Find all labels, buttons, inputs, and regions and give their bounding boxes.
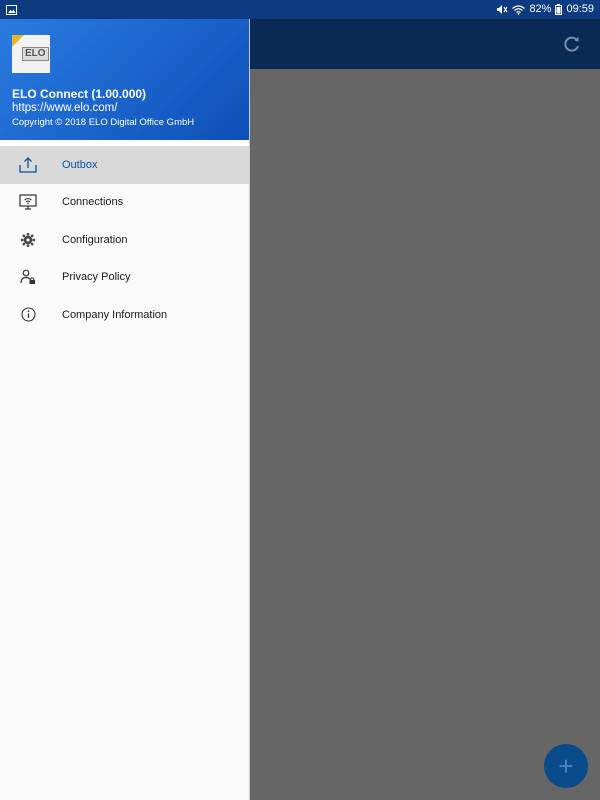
gallery-notification-icon	[6, 4, 17, 15]
refresh-button[interactable]	[562, 34, 582, 54]
outbox-icon	[19, 156, 37, 174]
mute-icon	[497, 5, 508, 14]
drawer-item-label: Connections	[62, 196, 124, 209]
app-url[interactable]: https://www.elo.com/	[12, 102, 117, 114]
navigation-drawer: ELO ELO Connect (1.00.000) https://www.e…	[0, 19, 250, 800]
drawer-item-label: Company Information	[62, 308, 168, 321]
app-logo: ELO	[12, 35, 50, 73]
drawer-item-label: Outbox	[62, 158, 98, 171]
refresh-icon	[564, 36, 579, 52]
connections-icon	[19, 193, 37, 211]
drawer-item-label: Configuration	[62, 233, 128, 246]
drawer-item-label: Privacy Policy	[62, 271, 131, 284]
content-scrim[interactable]	[250, 69, 600, 800]
status-bar: 82% 09:59	[0, 0, 600, 19]
privacy-icon	[19, 268, 37, 286]
info-icon	[19, 306, 37, 324]
battery-percent: 82%	[529, 3, 552, 15]
add-button[interactable]: +	[544, 744, 588, 788]
drawer-item-connections[interactable]: Connections	[0, 184, 249, 222]
clock: 09:59	[566, 3, 594, 15]
drawer-item-company-information[interactable]: Company Information	[0, 296, 249, 334]
app-bar	[250, 19, 600, 69]
gear-icon	[19, 231, 37, 249]
drawer-header: ELO ELO Connect (1.00.000) https://www.e…	[0, 19, 249, 140]
app-copyright: Copyright © 2018 ELO Digital Office GmbH	[12, 117, 195, 128]
drawer-item-outbox[interactable]: Outbox	[0, 146, 249, 184]
drawer-item-privacy-policy[interactable]: Privacy Policy	[0, 259, 249, 297]
wifi-icon	[512, 4, 526, 15]
app-name: ELO Connect (1.00.000)	[12, 87, 147, 101]
plus-icon: +	[558, 750, 574, 781]
battery-icon	[555, 4, 563, 15]
drawer-item-configuration[interactable]: Configuration	[0, 221, 249, 259]
